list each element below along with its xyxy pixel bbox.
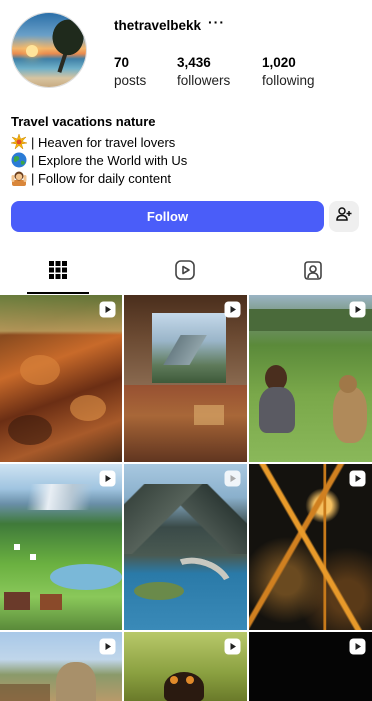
reel-icon xyxy=(224,638,241,655)
post-mountain-terrace[interactable] xyxy=(124,295,247,462)
reel-icon xyxy=(349,301,366,318)
bio-title: Travel vacations nature xyxy=(11,114,156,129)
profile-tabs xyxy=(0,250,372,294)
stat-followers-label: followers xyxy=(177,73,231,88)
tab-posts[interactable] xyxy=(27,250,89,294)
globe-icon xyxy=(11,152,27,168)
add-user-icon xyxy=(336,206,352,227)
person-shrugging-icon xyxy=(11,170,27,186)
post-fjord-bridge[interactable] xyxy=(124,464,247,630)
post-alpine-village[interactable] xyxy=(0,464,122,630)
tab-reels[interactable] xyxy=(154,250,216,294)
post-autumn-leaves[interactable] xyxy=(0,295,122,462)
active-tab-indicator xyxy=(27,292,89,294)
stat-posts-label: posts xyxy=(114,73,147,88)
stat-following-label: following xyxy=(262,73,315,88)
reel-icon xyxy=(224,470,241,487)
post-girl-with-deer[interactable] xyxy=(249,295,372,462)
bio-line-2: | Explore the World with Us xyxy=(11,152,187,168)
stat-followers[interactable]: 3,436 followers xyxy=(177,55,230,88)
reel-icon xyxy=(349,638,366,655)
tab-tagged[interactable] xyxy=(282,250,344,294)
reels-icon xyxy=(174,259,196,286)
reel-icon xyxy=(99,301,116,318)
tagged-icon xyxy=(302,259,324,286)
post-city-lights[interactable] xyxy=(249,464,372,630)
stat-posts[interactable]: 70 posts xyxy=(114,55,146,88)
stat-followers-count: 3,436 xyxy=(177,55,211,70)
stat-following-count: 1,020 xyxy=(262,55,296,70)
stat-posts-count: 70 xyxy=(114,55,130,70)
posts-grid xyxy=(0,295,372,701)
bio-line-1-text: | Heaven for travel lovers xyxy=(31,134,176,150)
stat-following[interactable]: 1,020 following xyxy=(262,55,315,88)
suggest-user-button[interactable] xyxy=(329,201,359,232)
profile-username[interactable]: thetravelbekk xyxy=(114,18,201,33)
follow-button[interactable]: Follow xyxy=(11,201,324,232)
post-elephant-village[interactable] xyxy=(0,632,122,701)
bio-line-2-text: | Explore the World with Us xyxy=(31,152,188,168)
post-jumping-spider[interactable] xyxy=(124,632,247,701)
reel-icon xyxy=(224,301,241,318)
grid-icon xyxy=(49,260,67,284)
post-dark-scene[interactable] xyxy=(249,632,372,701)
sparkle-burst-icon xyxy=(10,133,28,150)
bio-line-3-text: | Follow for daily content xyxy=(31,170,171,186)
profile-avatar[interactable] xyxy=(11,12,87,88)
bio-line-1: | Heaven for travel lovers xyxy=(10,133,176,150)
reel-icon xyxy=(99,470,116,487)
reel-icon xyxy=(349,470,366,487)
more-options-icon[interactable]: ··· xyxy=(208,14,225,30)
reel-icon xyxy=(99,638,116,655)
bio-line-3: | Follow for daily content xyxy=(11,170,171,186)
